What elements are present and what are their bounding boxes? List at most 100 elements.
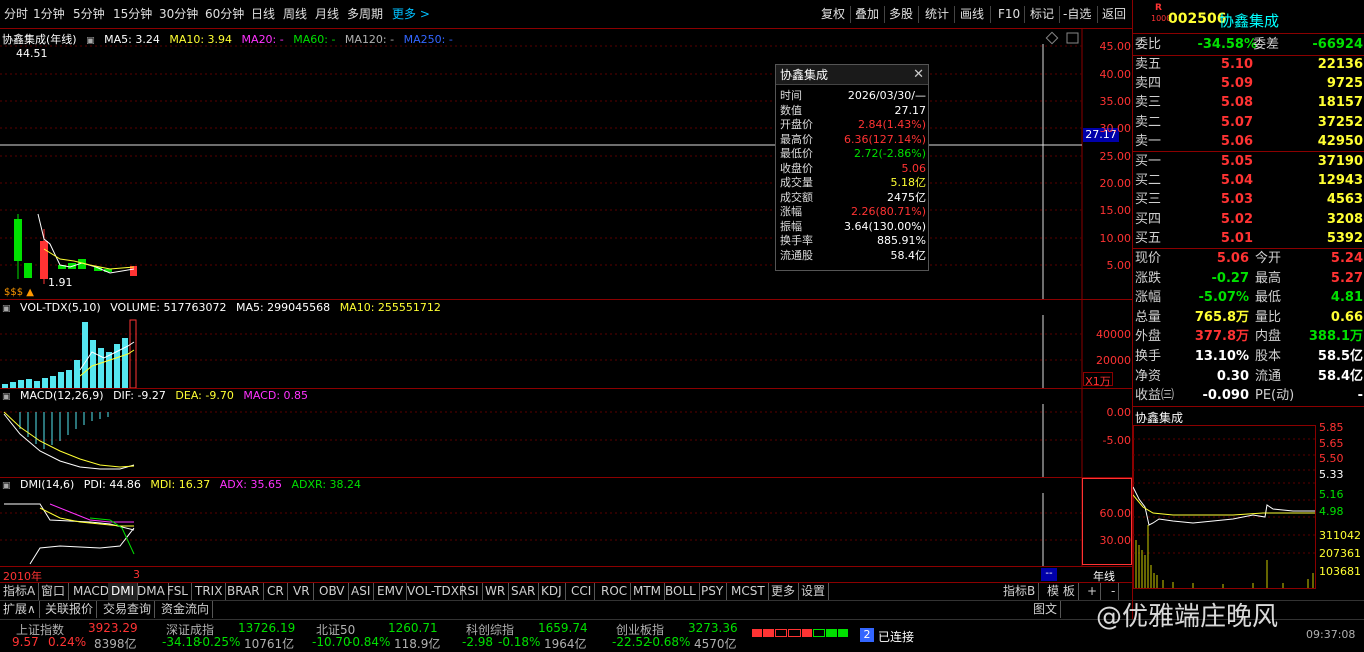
close-icon[interactable]: ✕ <box>913 67 924 82</box>
index-quote[interactable]: 科创综指 1659.74 -2.98 -0.18% 1964亿 <box>462 620 616 651</box>
orderbook-row[interactable]: 卖五 5.10 22136 <box>1133 55 1364 74</box>
indicator-tab[interactable]: BRAR <box>224 583 264 600</box>
indicator-tab[interactable]: VR <box>290 583 314 600</box>
orderbook-row[interactable]: 买五 5.01 5392 <box>1133 229 1364 248</box>
btn-tongji[interactable]: 统计 <box>925 0 949 29</box>
indicator-tab[interactable]: FSL <box>164 583 192 600</box>
indicator-tab[interactable]: SAR <box>508 583 540 600</box>
indicator-tab[interactable]: VOL-TDX <box>404 583 463 600</box>
indicator-tab[interactable]: ASI <box>348 583 375 600</box>
btn-huaxian[interactable]: 画线 <box>960 0 984 29</box>
tab-60min[interactable]: 60分钟 <box>205 0 244 29</box>
tooltip-key: 流通股 <box>780 248 813 262</box>
indicator-tab[interactable]: 窗口 <box>38 583 70 600</box>
ob-price: 5.06 <box>1220 133 1253 149</box>
orderbook-row[interactable]: 卖一 5.06 42950 <box>1133 132 1364 151</box>
ob-price: 5.02 <box>1220 211 1253 227</box>
stat-value: 13.10% <box>1194 349 1249 364</box>
indicator-tab[interactable]: 指标A <box>0 583 40 600</box>
orderbook-row[interactable]: 买三 5.03 4563 <box>1133 190 1364 209</box>
tab-day[interactable]: 日线 <box>251 0 275 29</box>
indicator-tab[interactable]: MTM <box>630 583 666 600</box>
panel-tab[interactable]: 扩展∧ <box>0 601 40 618</box>
panel-right-tab[interactable]: 图文 <box>1030 601 1062 618</box>
indicator-tab[interactable]: WR <box>482 583 510 600</box>
ob-label: 买三 <box>1135 192 1162 208</box>
tooltip-value: 2.84(1.43%) <box>857 118 926 131</box>
tooltip-key: 成交量 <box>780 176 813 189</box>
index-quote[interactable]: 北证50 1260.71 -10.70 -0.84% 118.9亿 <box>312 620 466 651</box>
indicator-tab[interactable]: MCST <box>728 583 769 600</box>
index-quote[interactable]: 上证指数 3923.29 9.57 0.24% 8398亿 <box>12 620 166 651</box>
tooltip-key: 振幅 <box>780 219 802 233</box>
indicator-tab[interactable]: MACD <box>70 583 113 600</box>
tab-30min[interactable]: 30分钟 <box>159 0 198 29</box>
tab-multi[interactable]: 多周期 <box>347 0 383 29</box>
index-amount: 4570亿 <box>694 637 737 651</box>
stat-key: 最低 <box>1255 290 1282 306</box>
stat-value: - <box>1357 388 1363 404</box>
indicator-tab[interactable]: OBV <box>316 583 349 600</box>
dmi-chart[interactable] <box>0 478 1132 566</box>
tooltip-key: 时间 <box>780 89 802 102</box>
stat-value: 58.4亿 <box>1317 368 1363 384</box>
tooltip-row: 成交量 5.18亿 <box>780 176 926 191</box>
tab-more[interactable]: 更多 > <box>392 0 430 29</box>
stat-key: 收益㈢ <box>1135 388 1175 404</box>
indicator-tab[interactable]: KDJ <box>538 583 566 600</box>
tab-month[interactable]: 月线 <box>315 0 339 29</box>
indicator-right-tab[interactable]: 指标B <box>1000 583 1040 600</box>
indicator-tab[interactable]: 更多 <box>768 583 800 600</box>
btn-zixuan[interactable]: -自选 <box>1063 0 1091 29</box>
panel-tab[interactable]: 交易查询 <box>100 601 156 618</box>
orderbook-row[interactable]: 卖三 5.08 18157 <box>1133 93 1364 112</box>
indicator-tab[interactable]: EMV <box>374 583 408 600</box>
volume-chart[interactable] <box>0 300 1132 388</box>
tab-fenshi[interactable]: 分时 <box>4 0 28 29</box>
tab-week[interactable]: 周线 <box>283 0 307 29</box>
indicator-tab[interactable]: RSI <box>456 583 483 600</box>
orderbook-row[interactable]: 买一 5.05 37190 <box>1133 152 1364 171</box>
index-quote[interactable]: 深证成指 13726.19 -34.18 -0.25% 10761亿 <box>162 620 316 651</box>
ob-price: 5.10 <box>1220 57 1253 72</box>
btn-diejia[interactable]: 叠加 <box>855 0 879 29</box>
tab-15min[interactable]: 15分钟 <box>113 0 152 29</box>
indicator-right-tab[interactable]: 模 板 <box>1044 583 1079 600</box>
orderbook-row[interactable]: 买四 5.02 3208 <box>1133 210 1364 229</box>
stat-key: 股本 <box>1255 349 1282 364</box>
ytick: 15.00 <box>1099 204 1132 217</box>
tab-5min[interactable]: 5分钟 <box>73 0 105 29</box>
tab-1min[interactable]: 1分钟 <box>33 0 65 29</box>
indicator-tab[interactable]: 设置 <box>798 583 830 600</box>
indicator-tab[interactable]: BOLL <box>662 583 700 600</box>
tooltip-key: 成交额 <box>780 190 813 204</box>
macd-chart[interactable] <box>0 389 1132 477</box>
tooltip-value: 2475亿 <box>887 190 926 204</box>
indicator-tab[interactable]: ROC <box>598 583 632 600</box>
orderbook-row[interactable]: 卖四 5.09 9725 <box>1133 74 1364 93</box>
indicator-tab[interactable]: PSY <box>698 583 728 600</box>
orderbook-row[interactable]: 买二 5.04 12943 <box>1133 171 1364 190</box>
stat-key: 换手 <box>1135 349 1162 364</box>
btn-back[interactable]: 返回 <box>1102 0 1126 29</box>
ytick: 20.00 <box>1099 177 1132 190</box>
orderbook-row[interactable]: 卖二 5.07 37252 <box>1133 113 1364 132</box>
conn-count: 2 <box>860 628 874 642</box>
index-quote[interactable]: 创业板指 3273.36 -22.52 -0.68% 4570亿 <box>612 620 766 651</box>
btn-duogu[interactable]: 多股 <box>889 0 913 29</box>
panel-tab[interactable]: 关联报价 <box>42 601 98 618</box>
x-count-label: 3 <box>133 568 140 581</box>
ob-volume: 42950 <box>1317 133 1363 149</box>
indicator-tab[interactable]: TRIX <box>192 583 227 600</box>
btn-biaoji[interactable]: 标记 <box>1030 0 1054 29</box>
panel-tab[interactable]: 资金流向 <box>158 601 214 618</box>
ob-volume: 18157 <box>1317 95 1363 111</box>
stock-name[interactable]: 协鑫集成 <box>1219 10 1279 31</box>
btn-fuquan[interactable]: 复权 <box>821 0 845 29</box>
indicator-tab[interactable]: CR <box>264 583 288 600</box>
btn-f10[interactable]: F10 <box>998 0 1020 29</box>
tooltip-key: 换手率 <box>780 234 813 247</box>
market-breadth-bar <box>752 629 848 637</box>
indicator-tab[interactable]: CCI <box>568 583 596 600</box>
kline-chart[interactable] <box>0 29 1132 299</box>
